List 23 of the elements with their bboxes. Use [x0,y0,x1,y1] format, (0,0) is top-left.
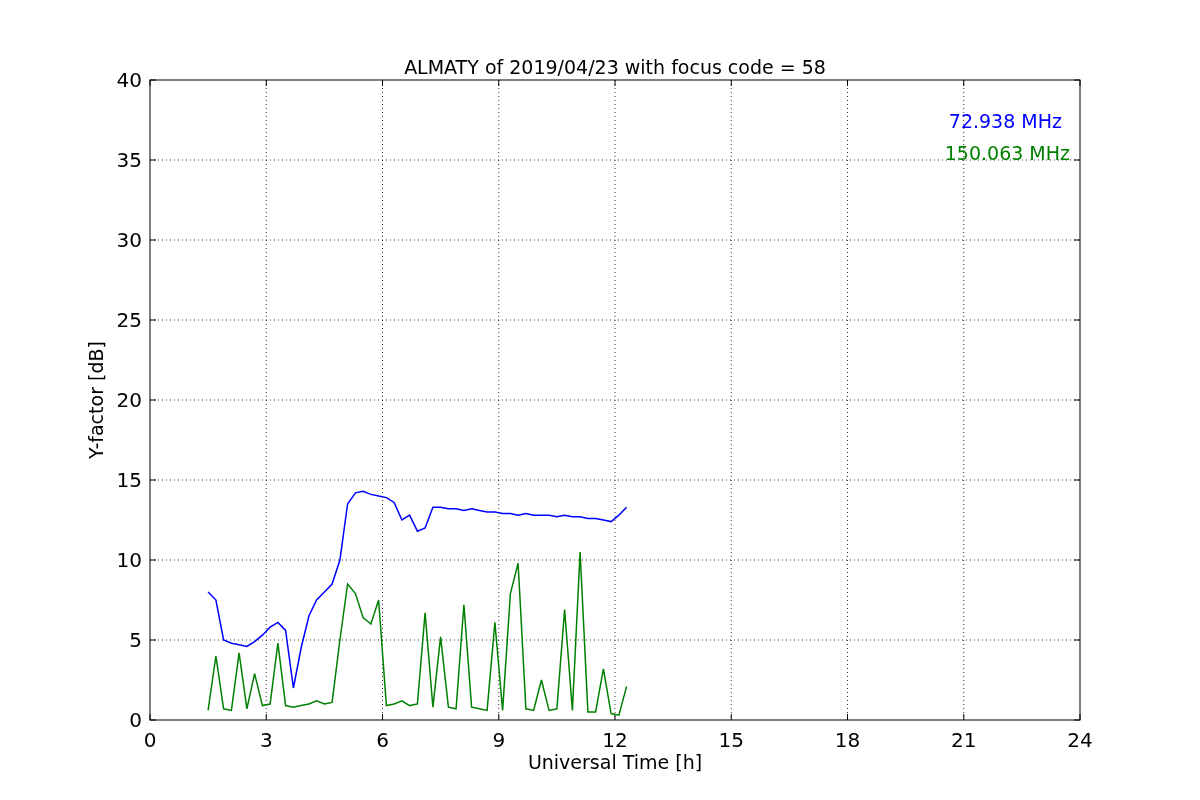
tick-label: 5 [129,628,142,652]
tick-label: 18 [834,728,861,752]
tick-label: 0 [129,708,142,732]
tick-label: 24 [1067,728,1093,752]
tick-label: 35 [116,148,142,172]
tick-label: 21 [951,728,977,752]
axis-title: Y-factor [dB] [85,341,107,459]
legend-label: 150.063 MHz [944,142,1070,164]
tick-label: 6 [376,728,389,752]
tick-label: 15 [116,468,142,492]
tick-label: 3 [259,728,273,752]
tick-label: 10 [116,548,142,572]
tick-label: 30 [116,228,142,252]
tick-label: 20 [116,388,142,412]
tick-label: 15 [718,728,744,752]
axis-title: Universal Time [h] [527,751,703,773]
tick-label: 9 [492,728,506,752]
tick-label: 25 [116,308,142,332]
legend-label: 72.938 MHz [948,110,1062,132]
tick-label: 40 [116,68,142,92]
chart-title: ALMATY of 2019/04/23 with focus code = 58 [404,56,826,78]
tick-label: 12 [602,728,628,752]
tick-label: 0 [143,728,157,752]
